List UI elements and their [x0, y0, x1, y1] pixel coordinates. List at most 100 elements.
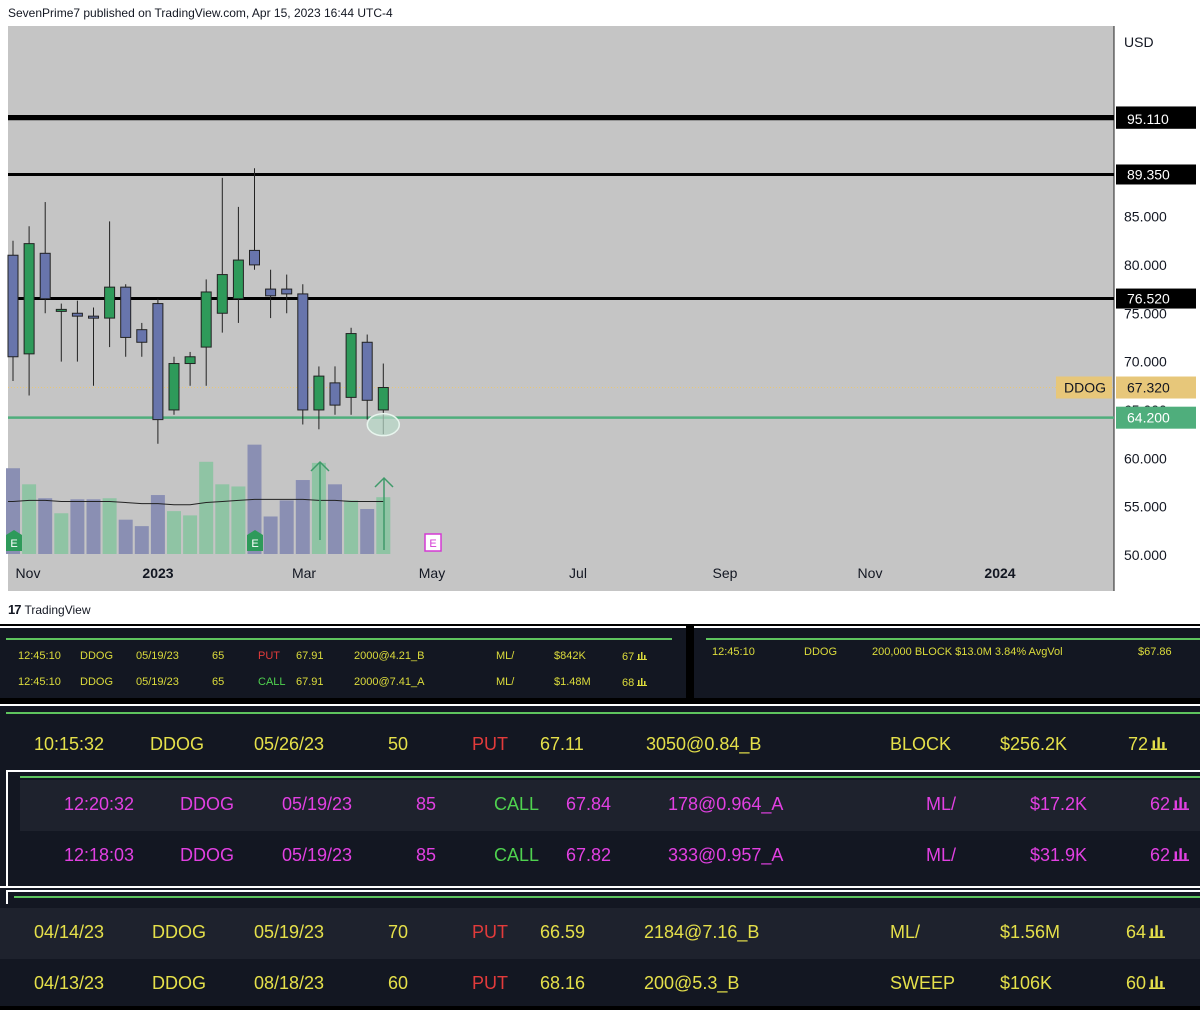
flow-kind: ML/: [496, 676, 515, 688]
plot-background: [8, 26, 1114, 591]
flow-kind: ML/: [496, 650, 515, 662]
flow-ticker: DDOG: [150, 734, 204, 754]
flow-exp: 05/19/23: [254, 922, 325, 942]
bar-chart-icon: [1173, 848, 1190, 861]
candle-body: [168, 363, 180, 411]
small-flow-right-panel: 12:45:10 DDOG 200,000 BLOCK $13.0M 3.84%…: [694, 626, 1200, 698]
flow-time: 04/14/23: [34, 922, 105, 942]
candle-body: [377, 387, 389, 411]
candle-body: [7, 254, 19, 358]
flow-score: 60: [1126, 973, 1166, 994]
block-time: 12:45:10: [712, 646, 755, 658]
bar-chart-icon: [637, 678, 648, 686]
volume-bar: [279, 500, 294, 554]
candle-body: [88, 315, 99, 319]
flow-type: PUT: [472, 734, 508, 754]
flow-time: 12:20:32: [64, 794, 135, 814]
volume-bar: [295, 480, 310, 554]
flow-ticker: DDOG: [180, 794, 234, 814]
flow-ticker: DDOG: [180, 845, 234, 865]
flow-strike: 85: [416, 794, 437, 814]
flow-exp: 05/26/23: [254, 734, 325, 754]
flow-exp: 05/19/23: [136, 676, 179, 688]
tradingview-logo[interactable]: 17 TradingView: [8, 602, 91, 617]
candle-body: [313, 375, 325, 411]
flow-spot: 67.91: [296, 676, 324, 688]
candle-body: [39, 252, 51, 300]
currency-label: USD: [1124, 34, 1154, 50]
earnings-marker-label: E: [10, 538, 17, 550]
flow-exp: 05/19/23: [136, 650, 179, 662]
candle-body: [136, 329, 148, 343]
y-tick-label: 60.000: [1124, 450, 1167, 466]
volume-bar: [344, 500, 359, 554]
flow-ticker: DDOG: [152, 973, 206, 993]
flow-spot: 67.84: [566, 794, 612, 814]
last-price-label: 67.320: [1127, 380, 1170, 396]
flow-type: CALL: [494, 845, 540, 865]
panel-rule: [706, 638, 1200, 640]
flow-time: 12:18:03: [64, 845, 135, 865]
volume-bar: [263, 516, 278, 554]
publisher-line: SevenPrime7 published on TradingView.com…: [8, 6, 393, 20]
flow-panel-1: 10:15:32 DDOG 05/26/23 50 PUT 67.11 3050@0.84_…: [0, 704, 1200, 768]
volume-bar: [311, 462, 326, 554]
flow-kind: SWEEP: [890, 973, 956, 993]
flow-score: 62: [1150, 845, 1190, 866]
flow-row[interactable]: 12:20:32 DDOG 05/19/23 85 CALL 67.84 178@0.964…: [20, 780, 1200, 831]
candle-body: [232, 259, 244, 300]
volume-bar: [22, 484, 37, 554]
bar-chart-icon: [1149, 976, 1166, 989]
flow-detail: 2000@4.21_B: [354, 650, 425, 662]
flow-type: CALL: [258, 676, 286, 688]
flow-ticker: DDOG: [152, 922, 206, 942]
flow-spot: 66.59: [540, 922, 586, 942]
flow-premium: $1.48M: [554, 676, 591, 688]
flow-row[interactable]: 12:18:03 DDOG 05/19/23 85 CALL 67.82 333@0.957…: [20, 831, 1200, 882]
flow-detail: 178@0.964_A: [668, 794, 784, 814]
flow-strike: 85: [416, 845, 437, 865]
x-tick-label: Jul: [569, 565, 587, 581]
flow-row[interactable]: 12:45:10 DDOG 05/19/23 65 CALL 67.91 2000@7.41…: [0, 672, 686, 698]
candle-body: [23, 243, 35, 355]
flow-row[interactable]: 04/13/23 DDOG 08/18/23 60 PUT 68.16 200@5.3_B S…: [0, 959, 1200, 1010]
flow-exp: 05/19/23: [282, 794, 353, 814]
flow-row[interactable]: 10:15:32 DDOG 05/26/23 50 PUT 67.11 3050@0.84_…: [0, 720, 1200, 766]
candle-body: [55, 308, 67, 312]
volume-bar: [102, 498, 117, 554]
flow-time: 10:15:32: [34, 734, 105, 754]
x-tick-label: Mar: [292, 565, 316, 581]
flow-detail: 333@0.957_A: [668, 845, 784, 865]
volume-bar: [215, 484, 230, 554]
flow-detail: 2000@7.41_A: [354, 676, 425, 688]
flow-row[interactable]: 12:45:10 DDOG 05/19/23 65 PUT 67.91 2000@4.21_…: [0, 646, 686, 672]
candle-body: [345, 333, 357, 398]
block-trade-row[interactable]: 12:45:10 DDOG 200,000 BLOCK $13.0M 3.84%…: [694, 646, 1200, 666]
block-price: $67.86: [1138, 646, 1172, 658]
flow-ticker: DDOG: [80, 650, 113, 662]
flow-premium: $256.2K: [1000, 734, 1068, 754]
flow-kind: BLOCK: [890, 734, 952, 754]
level-price-label: 89.350: [1127, 166, 1170, 182]
flow-row[interactable]: 04/14/23 DDOG 05/19/23 70 PUT 66.59 2184@7.16_…: [0, 908, 1200, 959]
candle-body: [361, 341, 373, 401]
volume-bar: [328, 484, 342, 554]
y-tick-label: 55.000: [1124, 499, 1167, 515]
panel-rule: [6, 712, 1200, 714]
flow-spot: 67.11: [540, 734, 584, 754]
x-tick-label: 2023: [142, 565, 173, 581]
flow-exp: 05/19/23: [282, 845, 353, 865]
flow-time: 12:45:10: [18, 676, 61, 688]
flow-time: 04/13/23: [34, 973, 105, 993]
flow-type: PUT: [472, 922, 508, 942]
price-chart[interactable]: USD85.00080.00075.00070.00065.00060.0005…: [0, 0, 1200, 624]
flow-type: CALL: [494, 794, 540, 814]
small-flow-left-panel: 12:45:10 DDOG 05/19/23 65 PUT 67.91 2000@4.21_…: [0, 626, 686, 698]
level-price-label: 95.110: [1127, 111, 1169, 127]
block-detail: 200,000 BLOCK $13.0M 3.84% AvgVol: [872, 646, 1063, 658]
flow-kind: ML/: [926, 845, 957, 865]
candle-body: [152, 303, 164, 421]
candle-body: [249, 249, 260, 266]
candle-body: [329, 382, 341, 406]
flow-panel-3: 04/14/23 DDOG 05/19/23 70 PUT 66.59 2184@7.16_…: [0, 886, 1200, 1006]
